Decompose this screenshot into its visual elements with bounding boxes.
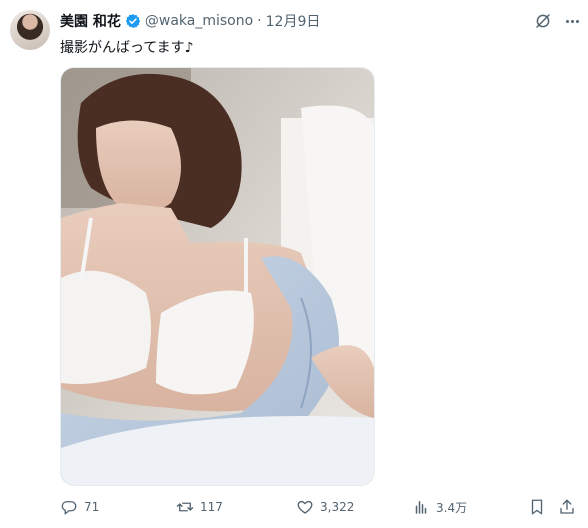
- bookmark-button[interactable]: [528, 498, 546, 516]
- reply-count: 71: [84, 500, 100, 514]
- grok-icon[interactable]: [534, 12, 552, 30]
- views-button[interactable]: 3.4万: [412, 498, 467, 516]
- tweet-text: 撮影がんばってます♪: [60, 40, 194, 56]
- views-icon: [415, 501, 427, 514]
- reply-icon: [61, 501, 77, 515]
- tweet-header: 美園 和花 @waka_misono · 12月9日: [60, 11, 320, 31]
- reply-button[interactable]: 71: [60, 498, 99, 516]
- bookmark-icon: [531, 499, 543, 515]
- author-name[interactable]: 美園 和花: [60, 11, 121, 31]
- repost-button[interactable]: 117: [176, 498, 223, 516]
- tweet-date[interactable]: 12月9日: [266, 11, 321, 31]
- repost-count: 117: [200, 500, 223, 514]
- like-icon: [297, 500, 313, 514]
- like-count: 3,322: [320, 500, 355, 514]
- tweet[interactable]: 美園 和花 @waka_misono · 12月9日 撮影がんばってます♪ 71…: [0, 0, 588, 528]
- tweet-photo[interactable]: [60, 67, 375, 486]
- share-icon: [560, 499, 574, 514]
- tweet-actions: 71 117 3,322 3.4万: [60, 498, 580, 518]
- like-button[interactable]: 3,322: [296, 498, 354, 516]
- author-handle[interactable]: @waka_misono: [145, 13, 253, 29]
- verified-badge-icon: [125, 13, 141, 29]
- separator: ·: [257, 13, 262, 29]
- views-count: 3.4万: [436, 500, 468, 515]
- share-button[interactable]: [558, 498, 576, 516]
- repost-icon: [176, 502, 194, 512]
- photo-image: [61, 68, 374, 485]
- avatar[interactable]: [10, 10, 50, 50]
- more-icon[interactable]: [562, 12, 582, 30]
